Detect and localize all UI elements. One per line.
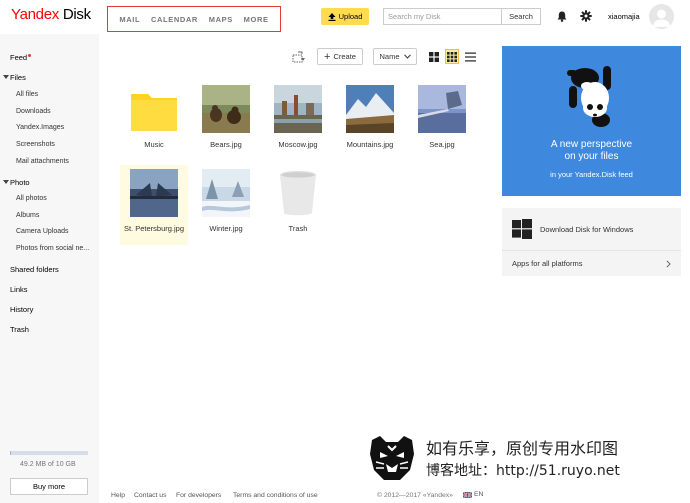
yandex-disk-logo[interactable]: Yandex Disk bbox=[11, 6, 91, 23]
expand-triangle-icon[interactable] bbox=[3, 180, 9, 184]
sidebar-item-social-photos[interactable]: Photos from social ne... bbox=[16, 245, 89, 252]
sidebar-item-shared-folders[interactable]: Shared folders bbox=[10, 265, 59, 274]
storage-usage-fill bbox=[10, 451, 11, 455]
storage-usage-bar bbox=[10, 451, 88, 455]
avatar-placeholder-icon bbox=[652, 9, 671, 27]
sidebar-item-links[interactable]: Links bbox=[10, 285, 28, 294]
file-item-moscow[interactable]: Moscow.jpg bbox=[267, 85, 329, 150]
watermark-url: 博客地址：http://51.ruyo.net bbox=[426, 463, 620, 479]
language-switch[interactable]: EN bbox=[463, 491, 483, 498]
search-input[interactable] bbox=[383, 8, 501, 25]
watermark-tiger-logo-icon bbox=[370, 436, 414, 480]
nav-calendar[interactable]: CALENDAR bbox=[151, 15, 198, 24]
sidebar-item-files[interactable]: Files bbox=[10, 73, 26, 82]
mountains-photo-thumbnail bbox=[346, 85, 394, 133]
winter-photo-thumbnail bbox=[202, 169, 250, 217]
bears-photo-thumbnail bbox=[202, 85, 250, 133]
large-tiles-icon bbox=[429, 51, 439, 62]
footer-developers-link[interactable]: For developers bbox=[176, 492, 221, 499]
view-small-tiles-button[interactable] bbox=[445, 49, 459, 64]
nav-maps[interactable]: MAPS bbox=[209, 15, 233, 24]
file-item-st-petersburg[interactable]: St. Petersburg.jpg bbox=[120, 165, 188, 245]
sidebar-item-trash[interactable]: Trash bbox=[10, 325, 29, 334]
moscow-photo-thumbnail bbox=[274, 85, 322, 133]
sidebar: Feed Files All files Downloads Yandex.Im… bbox=[0, 34, 99, 503]
top-services-nav: MAIL CALENDAR MAPS MORE bbox=[107, 6, 281, 32]
sidebar-item-mail-attachments[interactable]: Mail attachments bbox=[16, 158, 69, 165]
panda-illustration-icon bbox=[567, 66, 611, 127]
footer-terms-link[interactable]: Terms and conditions of use bbox=[233, 492, 318, 499]
nav-mail[interactable]: MAIL bbox=[119, 15, 140, 24]
st-petersburg-photo-thumbnail bbox=[130, 169, 178, 217]
gear-icon[interactable] bbox=[580, 10, 592, 22]
header: Yandex Disk MAIL CALENDAR MAPS MORE Uplo… bbox=[0, 0, 690, 34]
storage-usage-text: 49.2 MB of 10 GB bbox=[20, 461, 76, 468]
download-windows-link[interactable]: Download Disk for Windows bbox=[502, 208, 681, 250]
sidebar-item-photo[interactable]: Photo bbox=[10, 178, 30, 187]
sidebar-item-albums[interactable]: Albums bbox=[16, 212, 39, 219]
sidebar-item-downloads[interactable]: Downloads bbox=[16, 108, 51, 115]
file-item-winter[interactable]: Winter.jpg bbox=[195, 169, 257, 234]
trash-bin-icon bbox=[280, 171, 316, 216]
buy-more-button[interactable]: Buy more bbox=[10, 478, 88, 495]
file-item-sea[interactable]: Sea.jpg bbox=[411, 85, 473, 150]
promo-subtitle: in your Yandex.Disk feed bbox=[550, 170, 633, 179]
sidebar-item-camera-uploads[interactable]: Camera Uploads bbox=[16, 228, 69, 235]
promo-banner[interactable]: A new perspective on your files in your Y… bbox=[502, 46, 681, 196]
view-large-tiles-button[interactable] bbox=[427, 49, 441, 64]
sidebar-item-all-photos[interactable]: All photos bbox=[16, 195, 47, 202]
select-mode-icon[interactable] bbox=[292, 51, 306, 63]
footer-help-link[interactable]: Help bbox=[111, 492, 125, 499]
expand-triangle-icon[interactable] bbox=[3, 75, 9, 79]
windows-logo-icon bbox=[512, 219, 532, 239]
download-card: Download Disk for Windows Apps for all p… bbox=[502, 208, 681, 276]
list-view-icon bbox=[464, 52, 476, 61]
sidebar-item-all-files[interactable]: All files bbox=[16, 91, 38, 98]
sidebar-item-screenshots[interactable]: Screenshots bbox=[16, 141, 55, 148]
promo-title: A new perspective on your files bbox=[550, 139, 633, 162]
search-button[interactable]: Search bbox=[501, 8, 541, 25]
uk-flag-icon bbox=[463, 491, 472, 498]
upload-icon bbox=[328, 12, 336, 21]
footer-contact-link[interactable]: Contact us bbox=[134, 492, 167, 499]
sort-dropdown[interactable]: Name bbox=[373, 48, 417, 65]
view-list-button[interactable] bbox=[463, 49, 477, 64]
bell-icon[interactable] bbox=[557, 11, 567, 22]
chevron-right-icon bbox=[666, 259, 671, 268]
plus-icon: + bbox=[324, 50, 331, 63]
nav-more[interactable]: MORE bbox=[244, 15, 269, 24]
file-item-music[interactable]: Music bbox=[123, 85, 185, 150]
sidebar-item-yandex-images[interactable]: Yandex.Images bbox=[16, 124, 64, 131]
footer-copyright: © 2012—2017 «Yandex» bbox=[377, 492, 453, 499]
folder-icon bbox=[131, 94, 177, 131]
file-item-mountains[interactable]: Mountains.jpg bbox=[339, 85, 401, 150]
notification-dot bbox=[28, 54, 32, 57]
chevron-down-icon bbox=[403, 54, 411, 59]
small-tiles-icon bbox=[447, 51, 457, 62]
username[interactable]: xiaomajia bbox=[608, 12, 640, 21]
apps-all-platforms-link[interactable]: Apps for all platforms bbox=[502, 251, 681, 276]
watermark-text: 如有乐享，原创专用水印图 bbox=[426, 439, 619, 458]
sea-photo-thumbnail bbox=[418, 85, 466, 133]
sidebar-item-history[interactable]: History bbox=[10, 305, 33, 314]
file-item-trash[interactable]: Trash bbox=[267, 169, 329, 234]
create-button[interactable]: + Create bbox=[317, 48, 363, 65]
file-item-bears[interactable]: Bears.jpg bbox=[195, 85, 257, 150]
avatar[interactable] bbox=[649, 4, 674, 29]
sidebar-item-feed[interactable]: Feed bbox=[10, 53, 32, 62]
upload-button[interactable]: Upload bbox=[321, 8, 369, 25]
